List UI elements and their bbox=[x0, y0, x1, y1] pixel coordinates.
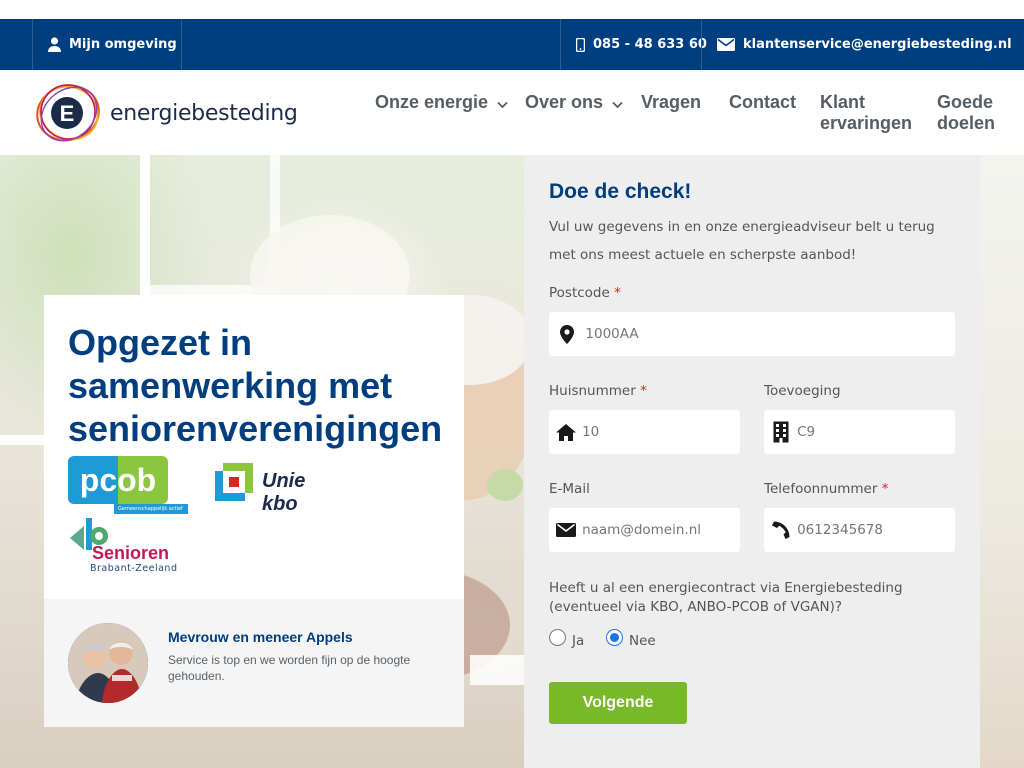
testimonial: Mevrouw en meneer Appels Service is top … bbox=[44, 599, 464, 727]
radio-ja-label: Ja bbox=[572, 633, 585, 649]
testimonial-text: Service is top en we worden fijn op de h… bbox=[168, 653, 411, 683]
hero-right-strip bbox=[980, 155, 1024, 768]
required-mark: * bbox=[614, 285, 621, 301]
my-environment-link[interactable]: Mijn omgeving bbox=[48, 19, 177, 70]
topbar-divider bbox=[701, 19, 702, 70]
form-intro: Vul uw gegevens in en onze energieadvise… bbox=[549, 219, 935, 263]
brand-logo-letter: E bbox=[60, 101, 75, 126]
huisnummer-label-text: Huisnummer bbox=[549, 383, 636, 399]
site-header: E energiebesteding Onze energie Over ons… bbox=[0, 70, 1024, 155]
required-mark: * bbox=[881, 481, 889, 497]
brand-logo-mark: E bbox=[36, 84, 100, 142]
email-input[interactable] bbox=[582, 522, 740, 538]
huisnummer-input[interactable] bbox=[582, 424, 740, 440]
testimonial-name: Mevrouw en meneer Appels bbox=[168, 629, 353, 645]
unie-kbo-emblem bbox=[215, 463, 253, 501]
top-bar: Mijn omgeving 085 - 48 633 60 klantenser… bbox=[0, 19, 1024, 70]
required-mark: * bbox=[640, 383, 647, 399]
chevron-down-icon bbox=[612, 93, 623, 114]
topbar-divider bbox=[560, 19, 561, 70]
my-environment-label: Mijn omgeving bbox=[69, 37, 177, 52]
avatar bbox=[68, 623, 148, 703]
nav-label: Onze energie bbox=[375, 92, 489, 112]
radio-ja-circle[interactable] bbox=[549, 628, 566, 646]
nav-label-line2: ervaringen bbox=[820, 113, 913, 133]
telefoon-label-text: Telefoonnummer bbox=[764, 481, 878, 497]
telefoon-label: Telefoonnummer * bbox=[764, 481, 888, 497]
toevoeging-input[interactable] bbox=[797, 424, 955, 440]
topbar-divider bbox=[32, 19, 33, 70]
huisnummer-label: Huisnummer * bbox=[549, 383, 647, 399]
pcob-wordmark: pcob bbox=[79, 461, 157, 498]
nav-klant-ervaringen[interactable]: Klant ervaringen bbox=[820, 92, 912, 134]
nav-onze-energie[interactable]: Onze energie bbox=[375, 92, 508, 114]
senioren-wordmark: Senioren bbox=[92, 543, 170, 563]
toevoeging-label: Toevoeging bbox=[764, 383, 841, 399]
form-title: Doe de check! bbox=[549, 180, 692, 203]
nav-label-line2: doelen bbox=[937, 113, 996, 133]
nav-label: Contact bbox=[729, 92, 796, 112]
building-icon bbox=[764, 421, 797, 443]
envelope-icon bbox=[549, 523, 582, 537]
unie-kbo-wordmark: Unie kbo bbox=[262, 470, 306, 515]
nav-label: Over ons bbox=[525, 92, 604, 112]
nav-contact[interactable]: Contact bbox=[729, 92, 796, 113]
postcode-input[interactable] bbox=[585, 326, 955, 342]
postcode-label: Postcode * bbox=[549, 285, 621, 301]
telefoon-input[interactable] bbox=[797, 522, 955, 538]
brand-name: energiebesteding bbox=[110, 100, 298, 126]
email-address: klantenservice@energiebesteding.nl bbox=[743, 37, 1012, 52]
email-label: E-Mail bbox=[549, 481, 590, 497]
pcob-tagline: Gemeenschappelijk actief bbox=[114, 504, 188, 514]
user-icon bbox=[48, 37, 61, 52]
radio-ja[interactable]: Ja bbox=[549, 625, 584, 649]
telefoon-field[interactable] bbox=[764, 508, 955, 552]
email-label-text: E-Mail bbox=[549, 481, 590, 497]
envelope-icon bbox=[717, 38, 735, 51]
phone-number: 085 - 48 633 60 bbox=[593, 37, 707, 52]
card-heading: Opgezet in samenwerking met seniorenvere… bbox=[68, 322, 443, 449]
pcob-logo: pcob Gemeenschappelijk actief bbox=[68, 456, 188, 514]
nav-over-ons[interactable]: Over ons bbox=[525, 92, 623, 114]
topbar-divider bbox=[181, 19, 182, 70]
radio-nee-circle[interactable] bbox=[606, 628, 623, 646]
map-marker-icon bbox=[549, 324, 585, 344]
email-field[interactable] bbox=[549, 508, 740, 552]
senioren-logo: Senioren Brabant-Zeeland bbox=[68, 516, 198, 578]
nav-label-line1: Klant bbox=[820, 92, 865, 112]
phone-icon bbox=[764, 521, 797, 539]
next-button[interactable]: Volgende bbox=[549, 682, 687, 724]
email-link[interactable]: klantenservice@energiebesteding.nl bbox=[717, 19, 1012, 70]
radio-nee[interactable]: Nee bbox=[606, 625, 656, 649]
home-icon bbox=[549, 423, 582, 441]
unie-kbo-logo: Unie kbo bbox=[215, 463, 345, 515]
nav-label-line1: Goede bbox=[937, 92, 994, 112]
radio-nee-label: Nee bbox=[629, 633, 656, 649]
brand-logo[interactable]: E energiebesteding bbox=[34, 82, 298, 144]
huisnummer-field[interactable] bbox=[549, 410, 740, 454]
partners-card: Opgezet in samenwerking met seniorenvere… bbox=[44, 295, 464, 727]
postcode-label-text: Postcode bbox=[549, 285, 610, 301]
toevoeging-label-text: Toevoeging bbox=[764, 383, 841, 399]
toevoeging-field[interactable] bbox=[764, 410, 955, 454]
mobile-phone-icon bbox=[576, 37, 585, 52]
senioren-region: Brabant-Zeeland bbox=[90, 563, 178, 574]
nav-goede-doelen[interactable]: Goede doelen bbox=[937, 92, 995, 134]
chevron-down-icon bbox=[497, 93, 508, 114]
check-form: Doe de check! Vul uw gegevens in en onze… bbox=[524, 155, 980, 768]
phone-link[interactable]: 085 - 48 633 60 bbox=[576, 19, 707, 70]
contract-question: Heeft u al een energiecontract via Energ… bbox=[549, 580, 903, 615]
postcode-field[interactable] bbox=[549, 312, 955, 356]
nav-vragen[interactable]: Vragen bbox=[641, 92, 701, 113]
nav-label: Vragen bbox=[641, 92, 702, 112]
